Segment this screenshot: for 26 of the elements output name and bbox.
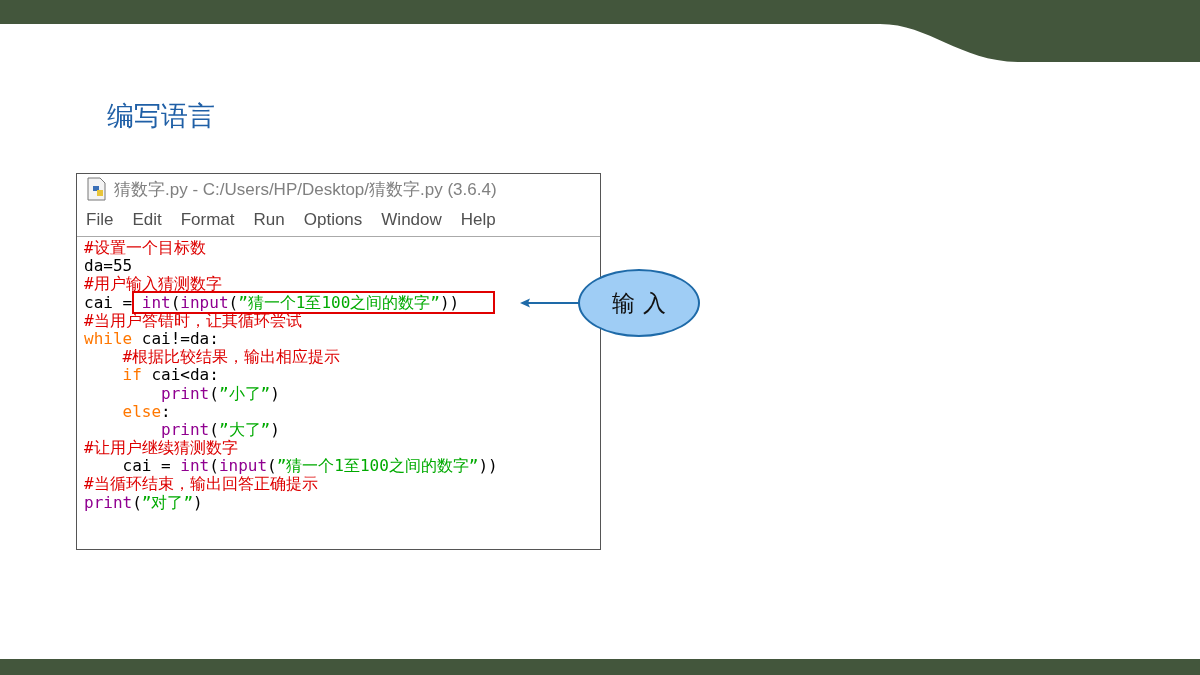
menu-item[interactable]: Window xyxy=(381,210,442,230)
code-line: print(”小了”) xyxy=(160,384,280,403)
menu-item[interactable]: Options xyxy=(303,210,363,230)
menu-item[interactable]: Edit xyxy=(132,210,162,230)
code-line: #设置一个目标数 xyxy=(84,239,206,258)
menu-item[interactable]: File xyxy=(86,210,114,230)
slide-heading: 编写语言 xyxy=(107,100,215,133)
code-line: else: xyxy=(121,402,171,421)
code-line: if cai<da: xyxy=(121,366,219,385)
code-line: #根据比较结果，输出相应提示 xyxy=(121,348,341,367)
code-line: da=55 xyxy=(84,257,133,276)
menu-item[interactable]: Format xyxy=(180,210,235,230)
code-line: while cai!=da: xyxy=(84,329,219,349)
code-line: #让用户继续猜测数字 xyxy=(84,439,238,458)
highlight-frame: int(input(”猜一个1至100之间的数字”)) xyxy=(131,290,496,314)
callout-bubble: 输 入 xyxy=(578,269,700,337)
code-line: cai = int(input(”猜一个1至100之间的数字”)) xyxy=(121,457,498,476)
arrow xyxy=(520,298,579,308)
menu-item[interactable]: Help xyxy=(460,210,496,230)
code-line: print(”大了”) xyxy=(160,420,280,439)
code-line: cai = int(input(”猜一个1至100之间的数字”)) xyxy=(84,293,496,312)
menu-item[interactable]: Run xyxy=(253,210,285,230)
code-line: print(”对了”) xyxy=(84,493,203,512)
code-line: #当循环结束，输出回答正确提示 xyxy=(84,475,318,494)
window-title: 猜数字.py - C:/Users/HP/Desktop/猜数字.py (3.6.4) xyxy=(114,178,497,201)
python-file-icon xyxy=(86,177,108,201)
